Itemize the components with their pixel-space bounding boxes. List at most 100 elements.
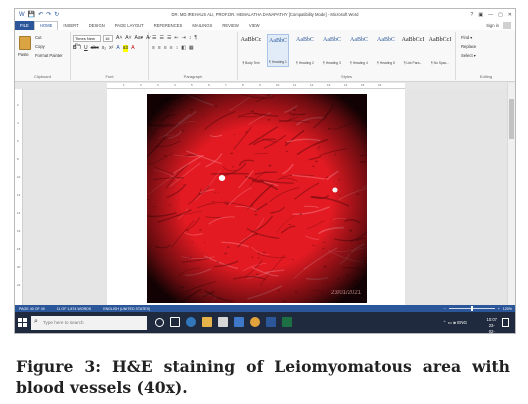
figure-caption: Figure 3: H&E staining of Leiomyomatous … [16,357,510,397]
style-item[interactable]: AaBbC ¶ Heading 2 [294,34,316,67]
vertical-ruler-mark: 12 [17,193,21,197]
zoom-slider-thumb[interactable] [470,306,473,311]
style-item[interactable]: AaBbC ¶ Heading 4 [348,34,370,67]
numbering-icon[interactable]: ☰ [159,35,163,42]
sort-icon[interactable]: ↕ [189,35,192,42]
ruler-mark: 10 [276,83,280,87]
strikethrough-button[interactable]: abc [91,45,99,52]
style-item[interactable]: AaBbC ¶ Heading 5 [375,34,397,67]
tab-page-layout[interactable]: PAGE LAYOUT [110,21,149,30]
highlight-button[interactable]: ab [122,45,129,52]
tab-mailings[interactable]: MAILINGS [187,21,217,30]
style-item[interactable]: AaBbCcI ¶ List Para... [401,34,425,67]
style-item[interactable]: AaBbCcI ¶ No Spac... [429,34,452,67]
bold-button[interactable]: B [73,45,77,52]
help-icon[interactable]: ? [471,9,474,21]
store-icon[interactable] [218,317,228,327]
tab-view[interactable]: VIEW [244,21,265,30]
vertical-ruler-mark: 10 [17,175,21,179]
copy-button[interactable]: Copy [35,44,45,49]
page-count[interactable]: PAGE 40 OF 49 [19,307,45,311]
histology-image[interactable]: 23/01/2021 [147,94,367,303]
align-right-icon[interactable]: ≡ [164,45,167,52]
style-name: ¶ List Para... [403,61,423,65]
font-name-dropdown[interactable]: Times New Ro [73,35,101,47]
shading-icon[interactable]: ◧ [181,45,186,52]
avatar[interactable] [503,22,511,29]
align-left-icon[interactable]: ≡ [152,45,155,52]
mail-icon[interactable] [234,317,244,327]
close-button[interactable]: ✕ [508,9,512,21]
word-count[interactable]: 11 OF 1,874 WORDS [57,307,91,311]
style-sample: AaBbCcI [401,37,425,43]
decrease-indent-icon[interactable]: ⇤ [174,35,178,42]
styles-group-label: Styles [341,74,352,79]
bullets-icon[interactable]: ☰ [152,35,156,42]
font-size-dropdown[interactable]: 16 [103,35,113,42]
increase-indent-icon[interactable]: ⇥ [182,35,186,42]
vertical-scrollbar[interactable] [507,83,515,305]
tray-icons[interactable]: ⌃ ▭ 🕪 ENG [443,320,467,326]
shrink-font-icon[interactable]: A˅ [125,35,131,42]
notifications-icon[interactable] [502,318,509,327]
replace-button[interactable]: Replace [461,44,476,49]
zoom-in-icon[interactable]: + [498,307,500,311]
tab-file[interactable]: FILE [15,21,34,30]
ruler-mark: 6 [208,83,210,87]
excel-icon[interactable] [282,317,292,327]
clock[interactable]: 10:07 23-02-2021 [487,317,497,333]
style-item[interactable]: AaBbC ¶ Heading 1 [267,34,289,67]
sign-in-link[interactable]: Sign in [486,21,499,30]
multilevel-list-icon[interactable]: ☰ [167,35,171,42]
language-indicator[interactable]: ENGLISH (UNITED STATES) [103,307,150,311]
maximize-button[interactable]: ▢ [498,9,503,21]
taskbar-search-input[interactable]: ⌕ Type here to search [31,316,147,330]
paste-button[interactable]: Paste [18,52,29,57]
tab-design[interactable]: DESIGN [84,21,110,30]
zoom-slider[interactable] [448,306,495,311]
grow-font-icon[interactable]: A˄ [116,35,122,42]
paste-icon[interactable] [19,36,31,50]
edge-icon[interactable] [186,317,196,327]
show-marks-icon[interactable]: ¶ [194,35,197,42]
justify-icon[interactable]: ≡ [170,45,173,52]
line-spacing-icon[interactable]: ↕ [176,45,179,52]
vertical-ruler[interactable]: 2 4 6 8 10 12 14 16 18 20 22 [15,89,23,305]
document-area[interactable]: 23/01/2021 [23,89,509,305]
task-view-icon[interactable] [170,317,180,327]
word-icon[interactable] [266,317,276,327]
select-button[interactable]: Select ▾ [461,53,476,58]
superscript-button[interactable]: x² [109,45,113,52]
align-center-icon[interactable]: ≡ [158,45,161,52]
tab-insert[interactable]: INSERT [58,21,83,30]
tab-review[interactable]: REVIEW [217,21,244,30]
borders-icon[interactable]: ▦ [189,45,194,52]
windows-start-icon[interactable] [18,318,27,327]
font-format-tools: B I U abc x₂ x² A ab A [73,45,135,52]
tab-references[interactable]: REFERENCES [149,21,188,30]
cut-button[interactable]: Cut [35,35,42,40]
ribbon-display-icon[interactable]: ▣ [478,9,483,21]
document-page[interactable]: 23/01/2021 [107,89,405,305]
text-effects-button[interactable]: A [116,45,119,52]
zoom-level[interactable]: 120% [503,307,512,311]
style-item[interactable]: AaBbCc ¶ Body Text [240,34,262,67]
italic-button[interactable]: I [80,45,81,52]
style-item[interactable]: AaBbC ¶ Heading 3 [321,34,343,67]
find-button[interactable]: Find ▾ [461,35,472,40]
change-case-icon[interactable]: Aa▾ [135,35,144,42]
style-name: ¶ No Spac... [430,61,450,65]
subscript-button[interactable]: x₂ [102,45,106,52]
chrome-icon[interactable] [250,317,260,327]
cortana-icon[interactable] [155,318,164,327]
ruler-mark: 14 [344,83,348,87]
scrollbar-thumb[interactable] [509,99,514,139]
tab-home[interactable]: HOME [33,21,59,30]
minimize-button[interactable]: — [488,9,493,21]
zoom-out-icon[interactable]: − [444,307,446,311]
font-color-button[interactable]: A [131,45,134,52]
word-window-screenshot: W 💾 ↶ ↷ ↻ DR. MD.IREHAUS ALI, PROF.DR. H… [14,8,516,334]
underline-button[interactable]: U [84,45,88,52]
format-painter-button[interactable]: Format Painter [35,53,63,58]
file-explorer-icon[interactable] [202,317,212,327]
